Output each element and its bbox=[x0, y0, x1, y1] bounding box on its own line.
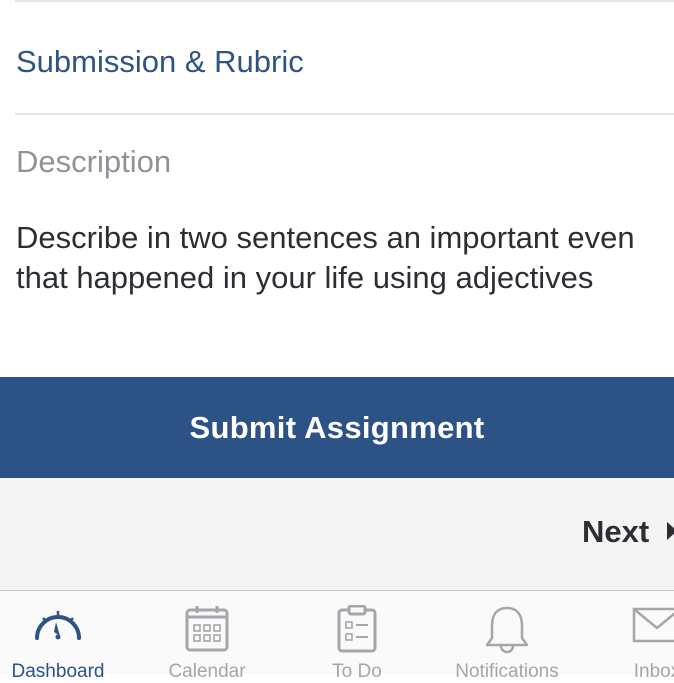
tab-label: Dashboard bbox=[11, 661, 105, 682]
tab-calendar[interactable]: Calendar bbox=[132, 591, 282, 682]
tab-inbox[interactable]: Inbox bbox=[582, 591, 674, 682]
tab-notifications[interactable]: Notifications bbox=[432, 591, 582, 682]
tab-bar: Dashboard Calendar To Do Notifications I… bbox=[0, 590, 674, 682]
envelope-icon bbox=[632, 605, 674, 650]
description-text: Describe in two sentences an important e… bbox=[16, 218, 674, 298]
clipboard-checklist-icon bbox=[336, 604, 378, 658]
description-line: that happened in your life using adjecti… bbox=[16, 260, 594, 295]
tab-label: To Do bbox=[332, 661, 382, 682]
top-divider bbox=[15, 0, 674, 2]
submission-rubric-link[interactable]: Submission & Rubric bbox=[16, 44, 304, 80]
calendar-icon bbox=[185, 605, 229, 658]
tab-to-do[interactable]: To Do bbox=[282, 591, 432, 682]
description-line: Describe in two sentences an important e… bbox=[16, 220, 635, 255]
next-button[interactable]: Next bbox=[582, 514, 674, 550]
tab-dashboard[interactable]: Dashboard bbox=[0, 591, 133, 682]
submit-assignment-button[interactable]: Submit Assignment bbox=[0, 377, 674, 478]
tab-label: Notifications bbox=[455, 661, 559, 682]
description-heading: Description bbox=[16, 144, 172, 179]
dashboard-gauge-icon bbox=[33, 605, 83, 650]
navigation-bar: Next bbox=[0, 478, 674, 590]
tab-label: Inbox bbox=[633, 661, 674, 682]
next-arrow-icon bbox=[665, 514, 674, 550]
section-divider bbox=[15, 113, 674, 115]
tab-label: Calendar bbox=[168, 661, 246, 682]
bell-icon bbox=[484, 605, 530, 660]
next-label: Next bbox=[582, 514, 650, 549]
